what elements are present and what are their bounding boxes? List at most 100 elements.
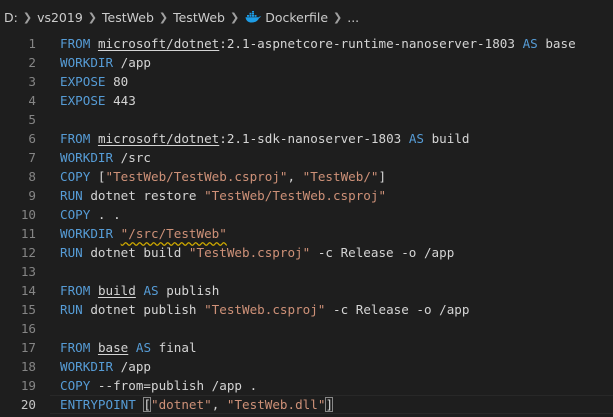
code-line[interactable]: 2 WORKDIR /app xyxy=(0,53,613,72)
text-token: 80 xyxy=(105,74,129,89)
code-line[interactable]: 17 FROM base AS final xyxy=(0,338,613,357)
breadcrumb-item-testweb-folder[interactable]: TestWeb xyxy=(101,10,155,25)
line-number: 15 xyxy=(20,302,36,317)
code-text: ENTRYPOINT ["dotnet", "TestWeb.dll"] xyxy=(60,395,334,414)
breadcrumb-item-vs2019[interactable]: vs2019 xyxy=(36,10,84,25)
keyword-token: FROM xyxy=(60,131,91,146)
chevron-right-icon: ❯ xyxy=(87,10,98,24)
line-number: 11 xyxy=(20,226,36,241)
line-number: 7 xyxy=(28,150,36,165)
keyword-token: EXPOSE xyxy=(60,74,106,89)
code-text: COPY . . xyxy=(60,205,121,224)
keyword-token: FROM xyxy=(60,283,91,298)
line-number: 18 xyxy=(20,359,36,374)
image-reference-token: base xyxy=(97,340,129,355)
code-line[interactable]: 8 COPY ["TestWeb/TestWeb.csproj", "TestWe… xyxy=(0,167,613,186)
keyword-token: RUN xyxy=(60,245,83,260)
image-reference-token: microsoft/dotnet xyxy=(97,36,220,51)
code-line[interactable]: 11 WORKDIR "/src/TestWeb" xyxy=(0,224,613,243)
code-line[interactable]: 14 FROM build AS publish xyxy=(0,281,613,300)
text-token: build xyxy=(424,131,470,146)
code-text: FROM microsoft/dotnet:2.1-aspnetcore-run… xyxy=(60,34,576,53)
keyword-token: AS xyxy=(408,131,424,146)
code-line[interactable]: 16 xyxy=(0,319,613,338)
image-reference-token: microsoft/dotnet xyxy=(97,131,220,146)
code-line[interactable]: 20 ENTRYPOINT ["dotnet", "TestWeb.dll"] xyxy=(0,395,613,414)
code-line[interactable]: 1 FROM microsoft/dotnet:2.1-aspnetcore-ru… xyxy=(0,34,613,53)
code-text: COPY --from=publish /app . xyxy=(60,376,257,395)
breadcrumb: D: ❯ vs2019 ❯ TestWeb ❯ TestWeb ❯ Dockerfile ❯... xyxy=(0,0,613,34)
matched-bracket-token: ] xyxy=(325,397,334,412)
code-line[interactable]: 12 RUN dotnet build "TestWeb.csproj" -c R… xyxy=(0,243,613,262)
line-number: 19 xyxy=(20,378,36,393)
code-line[interactable]: 5 xyxy=(0,110,613,129)
code-text: RUN dotnet restore "TestWeb/TestWeb.cspr… xyxy=(60,186,386,205)
keyword-token: AS xyxy=(143,283,159,298)
docker-icon xyxy=(245,11,262,23)
keyword-token: ENTRYPOINT xyxy=(60,397,136,412)
code-line[interactable]: 10 COPY . . xyxy=(0,205,613,224)
text-token: publish xyxy=(158,283,220,298)
string-token: "TestWeb.dll" xyxy=(226,397,326,412)
code-line[interactable]: 19 COPY --from=publish /app . xyxy=(0,376,613,395)
breadcrumb-item-symbols[interactable]: ... xyxy=(346,10,360,25)
code-line[interactable]: 18 WORKDIR /app xyxy=(0,357,613,376)
keyword-token: WORKDIR xyxy=(60,150,114,165)
code-text: RUN dotnet publish "TestWeb.csproj" -c R… xyxy=(60,300,469,319)
code-line[interactable]: 7 WORKDIR /src xyxy=(0,148,613,167)
keyword-token: RUN xyxy=(60,188,83,203)
line-number: 14 xyxy=(20,283,36,298)
keyword-token: WORKDIR xyxy=(60,359,114,374)
code-text: WORKDIR "/src/TestWeb" xyxy=(60,224,227,243)
string-token: "TestWeb/TestWeb.csproj" xyxy=(105,169,288,184)
code-text: FROM build AS publish xyxy=(60,281,219,300)
warning-string-token: "/src/TestWeb" xyxy=(120,226,227,241)
breadcrumb-item-drive[interactable]: D: xyxy=(3,10,19,25)
matched-bracket-token: [ xyxy=(143,397,152,412)
code-text: COPY ["TestWeb/TestWeb.csproj", "TestWeb… xyxy=(60,167,386,186)
text-token: dotnet publish xyxy=(82,302,205,317)
code-text: EXPOSE 443 xyxy=(60,91,136,110)
text-token: /app xyxy=(113,55,151,70)
code-line[interactable]: 4 EXPOSE 443 xyxy=(0,91,613,110)
code-line[interactable]: 13 xyxy=(0,262,613,281)
text-token: , xyxy=(211,397,227,412)
line-number: 10 xyxy=(20,207,36,222)
breadcrumb-item-dockerfile[interactable]: Dockerfile xyxy=(264,10,329,25)
line-number: 1 xyxy=(28,36,36,51)
code-editor[interactable]: 1 FROM microsoft/dotnet:2.1-aspnetcore-ru… xyxy=(0,34,613,417)
text-token: :2.1-aspnetcore-runtime-nanoserver-1803 xyxy=(219,36,523,51)
text-token: /src xyxy=(113,150,151,165)
code-text: FROM base AS final xyxy=(60,338,197,357)
string-token: "TestWeb/TestWeb.csproj" xyxy=(204,188,387,203)
chevron-right-icon: ❯ xyxy=(333,10,343,24)
text-token: --from=publish /app . xyxy=(90,378,258,393)
code-line[interactable]: 9 RUN dotnet restore "TestWeb/TestWeb.csp… xyxy=(0,186,613,205)
line-number: 9 xyxy=(28,188,36,203)
text-token: 443 xyxy=(105,93,136,108)
keyword-token: WORKDIR xyxy=(60,55,114,70)
code-text: WORKDIR /src xyxy=(60,148,151,167)
line-number: 17 xyxy=(20,340,36,355)
text-token: [ xyxy=(90,169,106,184)
keyword-token: COPY xyxy=(60,169,91,184)
text-token: :2.1-sdk-nanoserver-1803 xyxy=(219,131,409,146)
text-token: -c Release -o /app xyxy=(310,245,455,260)
string-token: "TestWeb/" xyxy=(302,169,379,184)
line-number: 12 xyxy=(20,245,36,260)
keyword-token: COPY xyxy=(60,207,91,222)
breadcrumb-item-testweb-subfolder[interactable]: TestWeb xyxy=(172,10,226,25)
code-line[interactable]: 15 RUN dotnet publish "TestWeb.csproj" -c… xyxy=(0,300,613,319)
line-number: 16 xyxy=(20,321,36,336)
text-token: ] xyxy=(378,169,387,184)
code-line[interactable]: 6 FROM microsoft/dotnet:2.1-sdk-nanoserve… xyxy=(0,129,613,148)
code-text: WORKDIR /app xyxy=(60,357,151,376)
code-line[interactable]: 3 EXPOSE 80 xyxy=(0,72,613,91)
line-number: 6 xyxy=(28,131,36,146)
